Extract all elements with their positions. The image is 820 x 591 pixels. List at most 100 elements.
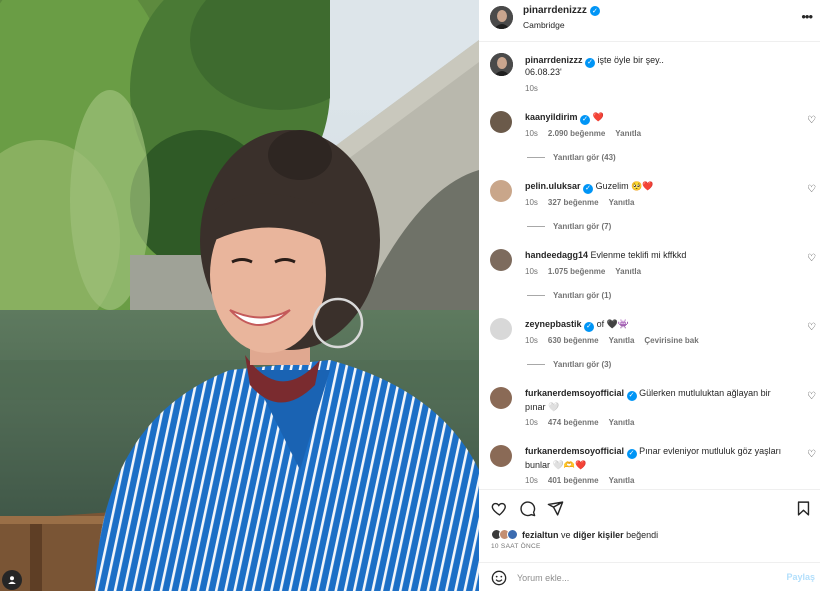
reply-button[interactable]: Yanıtla <box>615 267 641 276</box>
commenter-avatar[interactable] <box>490 387 512 409</box>
comment-meta: 10s 2.090 beğenme Yanıtla <box>525 129 641 138</box>
commenter-avatar[interactable] <box>490 445 512 467</box>
view-replies-button[interactable]: Yanıtları gör (1) <box>527 291 611 300</box>
verified-badge-icon: ✓ <box>583 184 594 194</box>
tagged-users-button[interactable] <box>2 570 22 590</box>
author-username-row[interactable]: pinarrdenizzz ✓ <box>523 5 600 16</box>
comment-meta: 10s 401 beğenme Yanıtla <box>525 476 634 485</box>
replies-divider <box>527 157 545 158</box>
comment-username[interactable]: furkanerdemsoyofficial <box>525 446 624 456</box>
view-replies-label[interactable]: Yanıtları gör (1) <box>553 291 611 300</box>
comment-meta: 10s 474 beğenme Yanıtla <box>525 418 634 427</box>
send-icon[interactable] <box>547 500 564 517</box>
comment-input[interactable] <box>517 568 777 587</box>
other-likers[interactable]: diğer kişiler <box>573 530 624 540</box>
view-replies-button[interactable]: Yanıtları gör (43) <box>527 153 616 162</box>
comment-time[interactable]: 10s <box>525 129 538 138</box>
caption-username[interactable]: pinarrdenizzz <box>525 55 583 65</box>
comments-list[interactable]: pinarrdenizzz ✓ işte öyle bir şey.. 06.0… <box>479 43 820 489</box>
comment-text-line: handeedagg14 Evlenme teklifi mi kffkkd <box>525 249 790 261</box>
comment-emoji: ❤️ <box>592 112 604 122</box>
comment-like-heart-icon[interactable]: ♡ <box>807 184 816 195</box>
reply-button[interactable]: Yanıtla <box>615 129 641 138</box>
likes-suffix: beğendi <box>626 529 659 540</box>
verified-badge-icon: ✓ <box>626 449 637 459</box>
liker-avatar <box>507 529 518 540</box>
author-avatar[interactable] <box>490 6 513 29</box>
comment-emoji: 🤍 <box>548 402 560 412</box>
caption-avatar[interactable] <box>490 53 513 76</box>
comment-time[interactable]: 10s <box>525 336 538 345</box>
liker-username[interactable]: fezialtun <box>522 530 559 540</box>
comment-time[interactable]: 10s <box>525 476 538 485</box>
add-comment-bar: Paylaş <box>479 562 820 591</box>
post-side-panel: pinarrdenizzz ✓ Cambridge ••• pinarrdeni… <box>479 0 820 591</box>
comment-like-heart-icon[interactable]: ♡ <box>807 449 816 460</box>
comment-text-line: pelin.uluksar ✓ Guzelim 🥺❤️ <box>525 180 790 194</box>
comment-username[interactable]: furkanerdemsoyofficial <box>525 388 624 398</box>
commenter-avatar[interactable] <box>490 318 512 340</box>
comment-meta: 10s 1.075 beğenme Yanıtla <box>525 267 641 276</box>
view-replies-button[interactable]: Yanıtları gör (7) <box>527 222 611 231</box>
comment-likes[interactable]: 474 beğenme <box>548 418 599 427</box>
photo-image <box>0 0 479 591</box>
comment-like-heart-icon[interactable]: ♡ <box>807 115 816 126</box>
comment-likes[interactable]: 327 beğenme <box>548 198 599 207</box>
more-horizontal-icon[interactable]: ••• <box>801 9 813 24</box>
user-icon <box>8 576 16 584</box>
comment-icon[interactable] <box>519 500 536 517</box>
comment-text: Guzelim <box>595 181 629 191</box>
likes-summary[interactable]: fezialtun ve diğer kişiler beğendi <box>491 529 658 540</box>
comment-like-heart-icon[interactable]: ♡ <box>807 253 816 264</box>
comment-meta: 10s 630 beğenme Yanıtla Çevirisine bak <box>525 336 699 345</box>
emoji-icon[interactable] <box>491 570 507 586</box>
comment-username[interactable]: zeynepbastik <box>525 319 582 329</box>
reply-button[interactable]: Yanıtla <box>609 476 635 485</box>
comment-text-line: furkanerdemsoyofficial ✓ Pınar evleniyor… <box>525 445 790 471</box>
comment-like-heart-icon[interactable]: ♡ <box>807 391 816 402</box>
comment-likes[interactable]: 1.075 beğenme <box>548 267 605 276</box>
view-replies-label[interactable]: Yanıtları gör (43) <box>553 153 616 162</box>
heart-icon[interactable] <box>491 500 508 517</box>
comment-text-line: kaanyildirim ✓ ❤️ <box>525 111 790 125</box>
action-icons <box>491 500 564 517</box>
commenter-avatar[interactable] <box>490 249 512 271</box>
comment-username[interactable]: kaanyildirim <box>525 112 578 122</box>
comment-text-line: zeynepbastik ✓ of 🖤👾 <box>525 318 790 332</box>
post-photo[interactable] <box>0 0 479 591</box>
caption-time[interactable]: 10s <box>525 84 538 93</box>
replies-divider <box>527 295 545 296</box>
comment-time[interactable]: 10s <box>525 198 538 207</box>
commenter-avatar[interactable] <box>490 111 512 133</box>
comment-time[interactable]: 10s <box>525 418 538 427</box>
view-replies-label[interactable]: Yanıtları gör (7) <box>553 222 611 231</box>
comment-time[interactable]: 10s <box>525 267 538 276</box>
post-timestamp[interactable]: 10 SAAT ÖNCE <box>491 543 541 550</box>
comment-likes[interactable]: 2.090 beğenme <box>548 129 605 138</box>
view-replies-button[interactable]: Yanıtları gör (3) <box>527 360 611 369</box>
translate-button[interactable]: Çevirisine bak <box>644 336 698 345</box>
comment-username[interactable]: pelin.uluksar <box>525 181 581 191</box>
author-username[interactable]: pinarrdenizzz <box>523 5 587 16</box>
comment-text: Evlenme teklifi mi kffkkd <box>590 250 687 260</box>
verified-badge-icon: ✓ <box>626 391 637 401</box>
caption-meta: 10s <box>525 84 538 93</box>
replies-divider <box>527 226 545 227</box>
comment-text: of <box>596 319 605 329</box>
comment-like-heart-icon[interactable]: ♡ <box>807 322 816 333</box>
post-comment-button[interactable]: Paylaş <box>786 572 815 582</box>
comment-emoji: 🖤👾 <box>606 319 630 329</box>
commenter-avatar[interactable] <box>490 180 512 202</box>
view-replies-label[interactable]: Yanıtları gör (3) <box>553 360 611 369</box>
reply-button[interactable]: Yanıtla <box>609 418 635 427</box>
post-header: pinarrdenizzz ✓ Cambridge ••• <box>479 0 820 42</box>
verified-badge-icon: ✓ <box>589 5 600 16</box>
bookmark-icon[interactable] <box>795 500 812 517</box>
reply-button[interactable]: Yanıtla <box>609 336 635 345</box>
caption-date: 06.08.23' <box>525 67 562 77</box>
reply-button[interactable]: Yanıtla <box>609 198 635 207</box>
comment-likes[interactable]: 401 beğenme <box>548 476 599 485</box>
post-location[interactable]: Cambridge <box>523 20 565 30</box>
comment-likes[interactable]: 630 beğenme <box>548 336 599 345</box>
comment-username[interactable]: handeedagg14 <box>525 250 588 260</box>
